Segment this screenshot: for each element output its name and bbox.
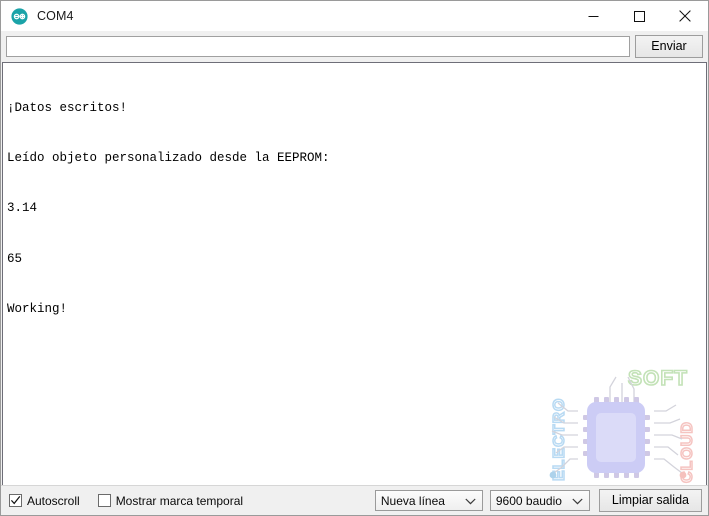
serial-monitor-window: COM4 Enviar ¡Datos escritos! Leído objet… <box>0 0 709 516</box>
chevron-down-icon <box>465 494 476 508</box>
window-controls <box>570 1 708 31</box>
show-timestamp-checkbox[interactable]: Mostrar marca temporal <box>97 493 244 508</box>
maximize-icon[interactable] <box>616 1 662 31</box>
autoscroll-label: Autoscroll <box>27 493 80 508</box>
serial-send-input[interactable] <box>6 36 630 57</box>
minimize-icon[interactable] <box>570 1 616 31</box>
status-bar: Autoscroll Mostrar marca temporal Nueva … <box>1 485 708 515</box>
send-row: Enviar <box>1 31 708 62</box>
chevron-down-icon <box>572 494 583 508</box>
serial-output-panel[interactable]: ¡Datos escritos! Leído objeto personaliz… <box>2 62 707 485</box>
show-timestamp-label: Mostrar marca temporal <box>115 493 244 508</box>
clear-output-button[interactable]: Limpiar salida <box>598 489 702 512</box>
title-bar: COM4 <box>1 1 708 31</box>
baud-rate-value: 9600 baudio <box>495 493 562 508</box>
line-ending-value: Nueva línea <box>380 493 445 508</box>
window-title: COM4 <box>37 8 74 23</box>
send-button[interactable]: Enviar <box>635 35 703 58</box>
autoscroll-checkbox[interactable]: Autoscroll <box>9 494 80 507</box>
checkbox-unchecked-icon[interactable] <box>97 494 111 507</box>
console-line: Working! <box>7 302 68 317</box>
baud-rate-select[interactable]: 9600 baudio <box>489 490 590 511</box>
serial-output-text: ¡Datos escritos! Leído objeto personaliz… <box>3 63 706 485</box>
console-line: 65 <box>7 251 23 266</box>
console-line: Leído objeto personalizado desde la EEPR… <box>7 150 330 165</box>
console-line: 3.14 <box>7 201 38 216</box>
arduino-logo-icon <box>11 7 28 25</box>
checkbox-checked-icon[interactable] <box>9 494 22 507</box>
close-icon[interactable] <box>662 1 708 31</box>
line-ending-select[interactable]: Nueva línea <box>374 490 483 511</box>
title-bar-left: COM4 <box>1 7 74 25</box>
console-line: ¡Datos escritos! <box>7 100 128 115</box>
